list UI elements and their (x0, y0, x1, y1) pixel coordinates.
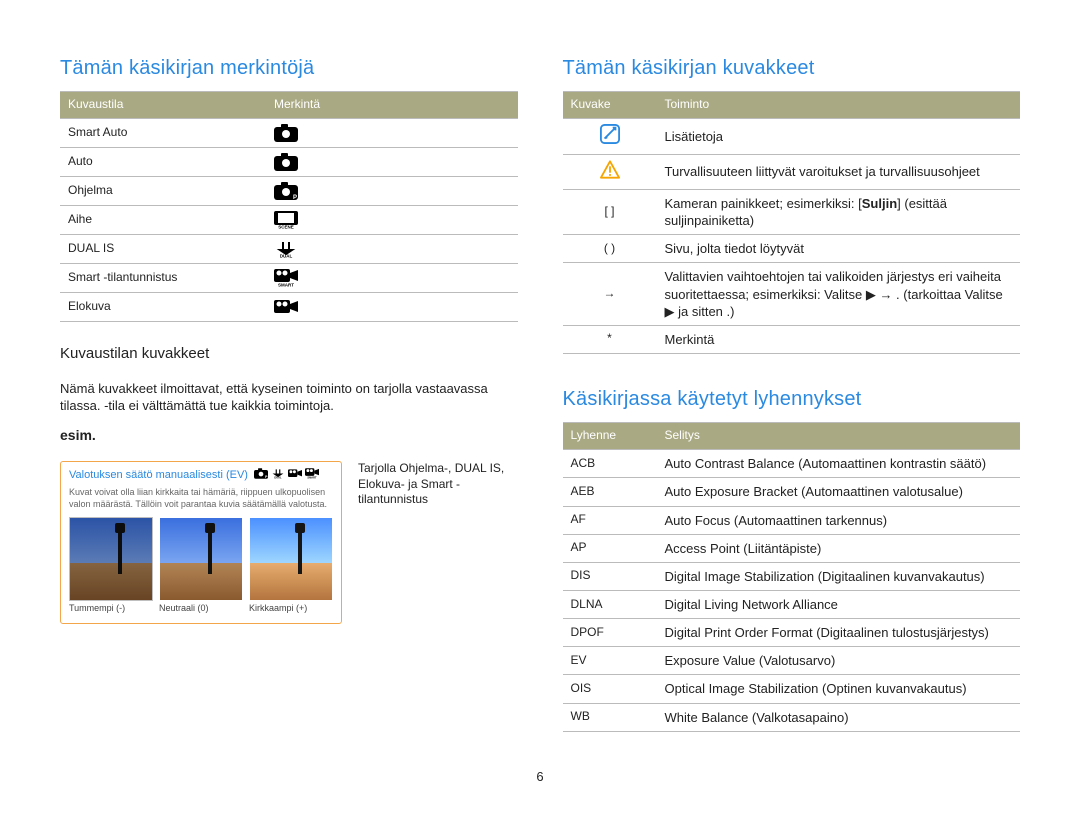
col-header-mark: Merkintä (266, 92, 518, 119)
movie-smart-icon (266, 264, 518, 293)
abbr-def: White Balance (Valkotasapaino) (657, 703, 1021, 731)
abbr: AF (563, 506, 657, 534)
camera-icon (266, 148, 518, 177)
note-icon (563, 119, 657, 155)
abbr: DIS (563, 562, 657, 590)
abbr: DLNA (563, 590, 657, 618)
mode-label: Aihe (60, 206, 266, 235)
symbol-def: Lisätietoja (657, 119, 1021, 155)
left-heading: Tämän käsikirjan merkintöjä (60, 55, 518, 81)
col-header-icon: Kuvake (563, 92, 657, 119)
asterisk-symbol: * (563, 325, 657, 353)
abbr: WB (563, 703, 657, 731)
icons-description: Nämä kuvakkeet ilmoittavat, että kyseine… (60, 380, 518, 414)
col-header-def: Selitys (657, 423, 1021, 450)
page-number: 6 (60, 768, 1020, 785)
abbr-def: Digital Living Network Alliance (657, 590, 1021, 618)
example-thumbs: Tummempi (-) Neutraali (0) Kirkkaampi (+… (69, 517, 333, 615)
manual-page: Tämän käsikirjan merkintöjä Kuvaustila M… (0, 0, 1080, 815)
mode-icons-row (254, 468, 319, 484)
symbol-def: Kameran painikkeet; esimerkiksi: [Suljin… (657, 189, 1021, 234)
abbr-def: Exposure Value (Valotusarvo) (657, 647, 1021, 675)
scene-icon (266, 206, 518, 235)
example-title-line: Valotuksen säätö manuaalisesti (EV) (69, 468, 333, 484)
thumb-caption: Tummempi (-) (69, 603, 153, 615)
example-title: Valotuksen säätö manuaalisesti (EV) (69, 468, 248, 483)
example-label: esim. (60, 427, 96, 443)
col-header-function: Toiminto (657, 92, 1021, 119)
abbr: AP (563, 534, 657, 562)
mode-label: Auto (60, 148, 266, 177)
example-side-caption: Tarjolla Ohjelma-, DUAL IS, Elokuva- ja … (358, 461, 518, 624)
mode-label: DUAL IS (60, 235, 266, 264)
abbrev-table: Lyhenne Selitys ACBAuto Contrast Balance… (563, 422, 1021, 731)
thumb-caption: Neutraali (0) (159, 603, 243, 615)
example-row: Valotuksen säätö manuaalisesti (EV) Kuva… (60, 451, 518, 624)
mode-label: Elokuva (60, 293, 266, 322)
abbr: DPOF (563, 619, 657, 647)
abbr: EV (563, 647, 657, 675)
camera-p-icon (266, 177, 518, 206)
col-header-mode: Kuvaustila (60, 92, 266, 119)
right-heading-abbrev: Käsikirjassa käytetyt lyhennykset (563, 386, 1021, 412)
icons-subheading: Kuvaustilan kuvakkeet (60, 344, 518, 364)
symbols-table: Kuvake Toiminto Lisätietoja Turvallisuut… (563, 91, 1021, 354)
mode-label: Smart Auto (60, 119, 266, 148)
thumb-dark: Tummempi (-) (69, 517, 153, 615)
col-header-abbr: Lyhenne (563, 423, 657, 450)
abbr: ACB (563, 450, 657, 478)
dual-is-icon (266, 235, 518, 264)
example-desc: Kuvat voivat olla liian kirkkaita tai hä… (69, 487, 333, 511)
thumb-bright: Kirkkaampi (+) (249, 517, 333, 615)
shooting-mode-table: Kuvaustila Merkintä Smart Auto Auto Ohje… (60, 91, 518, 322)
mode-label: Smart -tilantunnistus (60, 264, 266, 293)
right-heading-icons: Tämän käsikirjan kuvakkeet (563, 55, 1021, 81)
two-column-layout: Tämän käsikirjan merkintöjä Kuvaustila M… (60, 55, 1020, 762)
symbol-def: Sivu, jolta tiedot löytyvät (657, 235, 1021, 263)
symbol-def: Valittavien vaihtoehtojen tai valikoiden… (657, 263, 1021, 325)
left-column: Tämän käsikirjan merkintöjä Kuvaustila M… (60, 55, 518, 762)
symbol-def: Merkintä (657, 325, 1021, 353)
manual-example-box: Valotuksen säätö manuaalisesti (EV) Kuva… (60, 461, 342, 624)
abbr: AEB (563, 478, 657, 506)
parens-symbol: ( ) (563, 235, 657, 263)
abbr-def: Digital Print Order Format (Digitaalinen… (657, 619, 1021, 647)
abbr-def: Auto Focus (Automaattinen tarkennus) (657, 506, 1021, 534)
movie-icon (266, 293, 518, 322)
symbol-def: Turvallisuuteen liittyvät varoitukset ja… (657, 155, 1021, 190)
warning-icon (563, 155, 657, 190)
brackets-symbol: [ ] (563, 189, 657, 234)
abbr-def: Optical Image Stabilization (Optinen kuv… (657, 675, 1021, 703)
abbr-def: Access Point (Liitäntäpiste) (657, 534, 1021, 562)
abbr-def: Auto Exposure Bracket (Automaattinen val… (657, 478, 1021, 506)
mode-label: Ohjelma (60, 177, 266, 206)
camera-smart-icon (266, 119, 518, 148)
abbr-def: Digital Image Stabilization (Digitaaline… (657, 562, 1021, 590)
thumb-neutral: Neutraali (0) (159, 517, 243, 615)
arrow-symbol: → (563, 263, 657, 325)
right-column: Tämän käsikirjan kuvakkeet Kuvake Toimin… (563, 55, 1021, 762)
abbr-def: Auto Contrast Balance (Automaattinen kon… (657, 450, 1021, 478)
thumb-caption: Kirkkaampi (+) (249, 603, 333, 615)
abbr: OIS (563, 675, 657, 703)
